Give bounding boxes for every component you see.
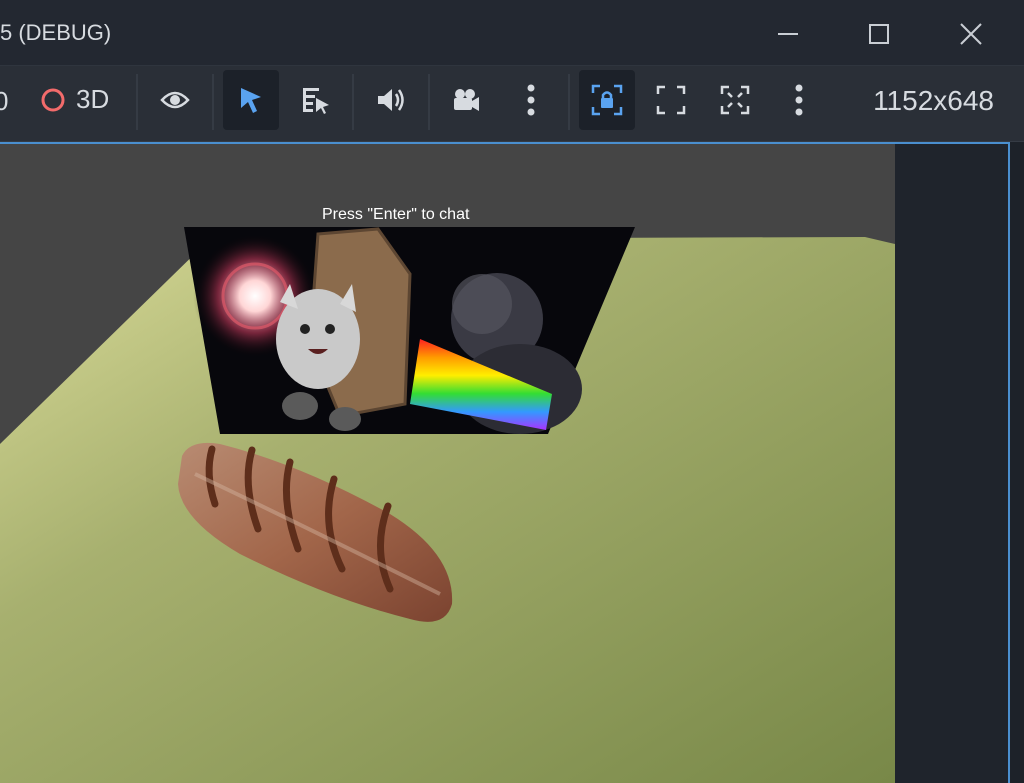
toolbar-separator	[352, 74, 354, 130]
window-title: 5 (DEBUG)	[0, 20, 112, 45]
toolbar-separator	[212, 74, 214, 130]
close-button[interactable]	[951, 14, 991, 54]
mode-2d-label-fragment: 0	[0, 86, 9, 116]
lock-camera-icon	[591, 84, 623, 116]
more-icon	[795, 84, 803, 116]
view-toggle-button[interactable]	[147, 70, 203, 130]
audio-button[interactable]	[363, 70, 419, 130]
minimize-button[interactable]	[768, 14, 808, 54]
viewport-focus-border	[0, 142, 1010, 783]
close-icon	[960, 23, 982, 45]
expand-view-button[interactable]	[707, 70, 763, 130]
mode-3d-button[interactable]: 3D	[40, 84, 109, 115]
list-select-icon	[303, 88, 329, 114]
minimize-icon	[778, 33, 798, 35]
record-circle-icon	[41, 88, 65, 111]
select-pointer-icon	[241, 88, 261, 113]
list-select-button[interactable]	[288, 70, 344, 130]
mode-3d-label: 3D	[76, 84, 110, 114]
select-tool-button[interactable]	[223, 70, 279, 130]
lock-camera-button[interactable]	[579, 70, 635, 130]
maximize-icon	[869, 24, 889, 44]
eye-icon	[160, 91, 190, 109]
more-options-button-2[interactable]	[771, 70, 827, 130]
editor-toolbar: 0 3D 1152x648	[0, 66, 1024, 142]
window-titlebar: 5 (DEBUG)	[0, 0, 1024, 66]
fit-icon	[656, 85, 686, 115]
fit-view-button[interactable]	[643, 70, 699, 130]
toolbar-separator	[568, 74, 570, 130]
camera-button[interactable]	[438, 70, 494, 130]
speaker-icon	[378, 89, 404, 111]
camera-icon	[454, 89, 479, 111]
maximize-button[interactable]	[859, 14, 899, 54]
toolbar-separator	[428, 74, 430, 130]
more-options-button[interactable]	[503, 70, 559, 130]
resolution-label: 1152x648	[873, 85, 994, 116]
toolbar-separator	[136, 74, 138, 130]
more-icon	[527, 84, 535, 116]
expand-icon	[720, 85, 750, 115]
